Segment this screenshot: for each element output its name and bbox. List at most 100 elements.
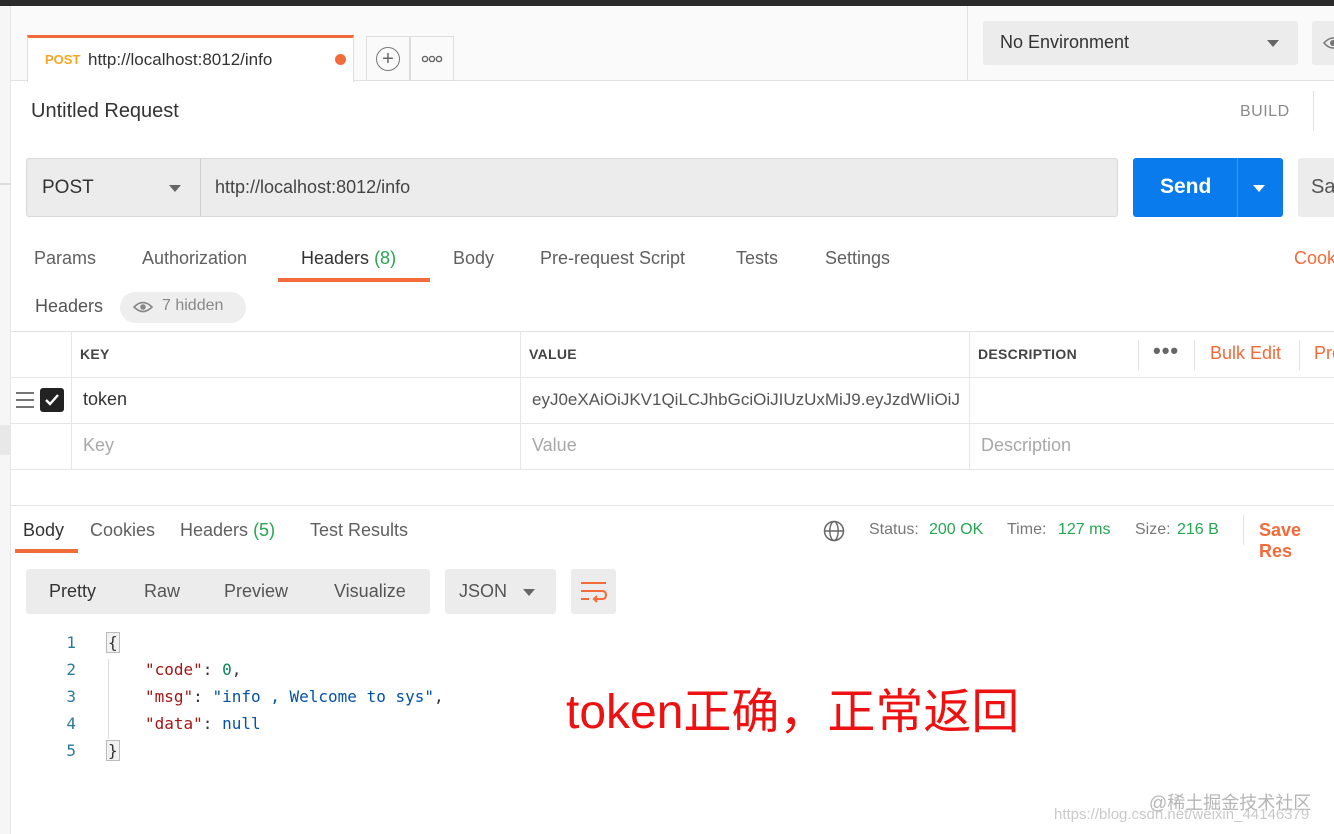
response-tab-test-results[interactable]: Test Results — [310, 520, 408, 541]
plus-icon: + — [376, 46, 400, 71]
tab-params[interactable]: Params — [34, 248, 96, 269]
tab-headers[interactable]: Headers (8) — [301, 248, 396, 269]
sidebar-divider — [0, 183, 11, 185]
tab-url-label: http://localhost:8012/info — [88, 50, 273, 69]
method-select-value: POST — [42, 177, 94, 198]
indent-guide — [108, 659, 109, 739]
table-border — [11, 423, 1334, 424]
save-button-label: Sa — [1311, 176, 1334, 198]
line-number: 3 — [66, 687, 76, 706]
line-number: 4 — [66, 714, 76, 733]
response-tab-body[interactable]: Body — [23, 520, 64, 541]
tab-body[interactable]: Body — [453, 248, 494, 269]
table-border — [11, 377, 1334, 378]
line-number: 2 — [66, 660, 76, 679]
language-select-value: JSON — [459, 581, 508, 601]
wrap-lines-button[interactable] — [571, 569, 616, 614]
code-line[interactable]: "code": 0, — [145, 660, 241, 679]
json-value: "info , Welcome to sys" — [212, 687, 434, 706]
divider — [1138, 340, 1139, 370]
table-options-more-icon[interactable]: ••• — [1153, 338, 1179, 364]
divider — [1243, 515, 1244, 545]
column-divider — [520, 331, 521, 469]
chevron-down-icon — [169, 185, 181, 192]
line-number: 1 — [66, 633, 76, 652]
send-divider — [1237, 158, 1238, 217]
sidebar-selected-edge — [0, 425, 11, 455]
format-tab-visualize[interactable]: Visualize — [334, 581, 406, 602]
tab-tests[interactable]: Tests — [736, 248, 778, 269]
eye-icon — [1322, 37, 1334, 49]
drag-handle-icon[interactable] — [16, 392, 34, 408]
code-line[interactable]: { — [106, 632, 120, 653]
divider — [1299, 340, 1300, 370]
header-value-cell[interactable]: eyJ0eXAiOiJKV1QiLCJhbGciOiJIUzUxMiJ9.eyJ… — [532, 390, 964, 410]
environment-select-value: No Environment — [1000, 32, 1130, 52]
eye-icon — [133, 301, 153, 313]
active-response-tab-indicator — [15, 549, 78, 553]
globe-icon[interactable] — [823, 520, 845, 542]
tab-settings[interactable]: Settings — [825, 248, 890, 269]
left-sidebar-edge — [0, 6, 11, 834]
status-label: Status: — [869, 521, 919, 538]
line-number: 5 — [66, 741, 76, 760]
send-button-label: Send — [1160, 175, 1212, 198]
checkmark-icon — [45, 394, 59, 406]
bulk-edit-button[interactable]: Bulk Edit — [1210, 343, 1281, 364]
code-line[interactable]: } — [106, 740, 120, 761]
header-key-cell[interactable]: token — [83, 389, 127, 410]
url-input-value: http://localhost:8012/info — [215, 177, 411, 197]
open-brace: { — [106, 632, 120, 653]
close-brace: } — [106, 740, 120, 761]
send-options-chevron-icon[interactable] — [1253, 185, 1265, 192]
json-comma: , — [434, 687, 444, 706]
tab-authorization[interactable]: Authorization — [142, 248, 247, 269]
json-value: 0 — [222, 660, 232, 679]
table-border — [11, 469, 1334, 470]
tab-options-button[interactable] — [410, 36, 454, 81]
json-value: null — [222, 714, 261, 733]
response-tab-cookies[interactable]: Cookies — [90, 520, 155, 541]
tab-method-label: POST — [45, 52, 81, 67]
unsaved-dot-icon — [335, 54, 346, 65]
tab-pre-request-script[interactable]: Pre-request Script — [540, 248, 685, 269]
code-line[interactable]: "msg": "info , Welcome to sys", — [145, 687, 444, 706]
column-divider — [969, 331, 970, 469]
format-tab-pretty[interactable]: Pretty — [49, 581, 96, 602]
annotation-text: token正确，正常返回 — [566, 686, 1020, 739]
size-value[interactable]: 216 B — [1177, 521, 1219, 539]
divider — [1313, 91, 1314, 131]
new-description-input[interactable]: Description — [981, 435, 1071, 456]
divider — [1194, 340, 1195, 370]
headers-section-label: Headers — [35, 296, 104, 316]
tab-headers-label: Headers — [301, 248, 370, 268]
presets-button[interactable]: Pre — [1314, 343, 1334, 364]
new-key-input[interactable]: Key — [83, 435, 114, 456]
chevron-down-icon — [1267, 40, 1279, 47]
request-title[interactable]: Untitled Request — [31, 100, 179, 123]
format-tab-raw[interactable]: Raw — [144, 581, 180, 602]
json-key: "code" — [145, 660, 203, 679]
response-headers-count: (5) — [253, 520, 276, 540]
new-value-input[interactable]: Value — [532, 435, 577, 456]
column-header-value: VALUE — [529, 346, 577, 362]
environment-quick-look-button[interactable] — [1312, 21, 1334, 65]
response-divider — [11, 505, 1334, 506]
response-tab-headers[interactable]: Headers (5) — [180, 520, 275, 541]
time-value[interactable]: 127 ms — [1058, 521, 1110, 539]
more-icon — [421, 55, 443, 62]
save-response-button[interactable]: Save Res — [1259, 520, 1334, 562]
header-enabled-checkbox[interactable] — [40, 388, 64, 412]
build-mode-label[interactable]: BUILD — [1240, 103, 1290, 121]
active-tab-indicator — [278, 278, 430, 282]
cookies-link[interactable]: Cook — [1294, 248, 1334, 269]
status-value[interactable]: 200 OK — [929, 521, 983, 539]
new-tab-button[interactable]: + — [366, 36, 410, 81]
column-divider — [71, 331, 72, 469]
watermark-url: https://blog.csdn.net/weixin_44146379 — [1054, 806, 1310, 823]
format-tab-preview[interactable]: Preview — [224, 581, 288, 602]
time-label: Time: — [1007, 521, 1047, 538]
column-header-key: KEY — [80, 346, 110, 362]
json-comma: , — [231, 660, 242, 679]
code-line[interactable]: "data": null — [145, 714, 261, 733]
